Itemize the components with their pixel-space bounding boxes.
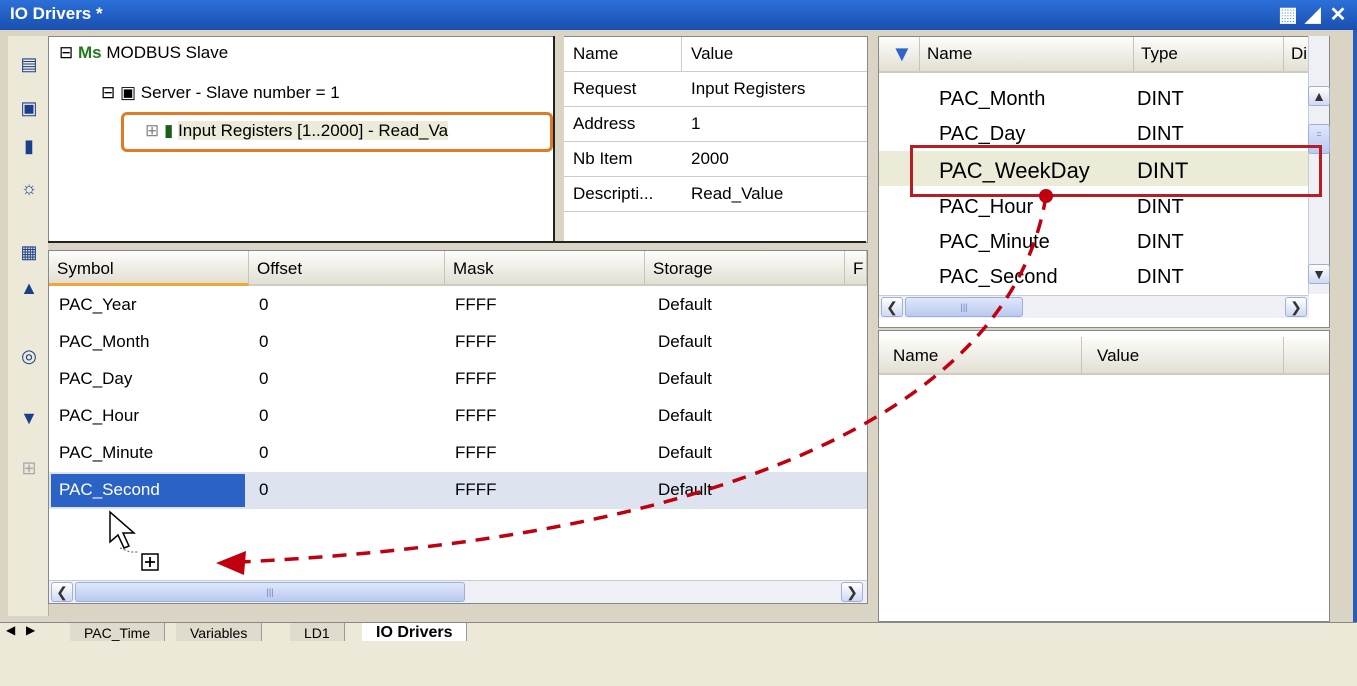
tab-variables[interactable]: Variables	[176, 623, 263, 641]
drag-arrow	[216, 189, 1053, 575]
tab-scroll-left-icon[interactable]: ◀	[6, 623, 15, 637]
tab-scroll-right-icon[interactable]: ▶	[26, 623, 35, 637]
document-tabs: ◀ ▶ PAC_Time Variables LD1 IO Drivers	[0, 622, 1357, 641]
tab-ld1[interactable]: LD1	[290, 623, 345, 641]
tab-io-drivers[interactable]: IO Drivers	[362, 623, 468, 641]
tab-pac-time[interactable]: PAC_Time	[70, 623, 166, 641]
